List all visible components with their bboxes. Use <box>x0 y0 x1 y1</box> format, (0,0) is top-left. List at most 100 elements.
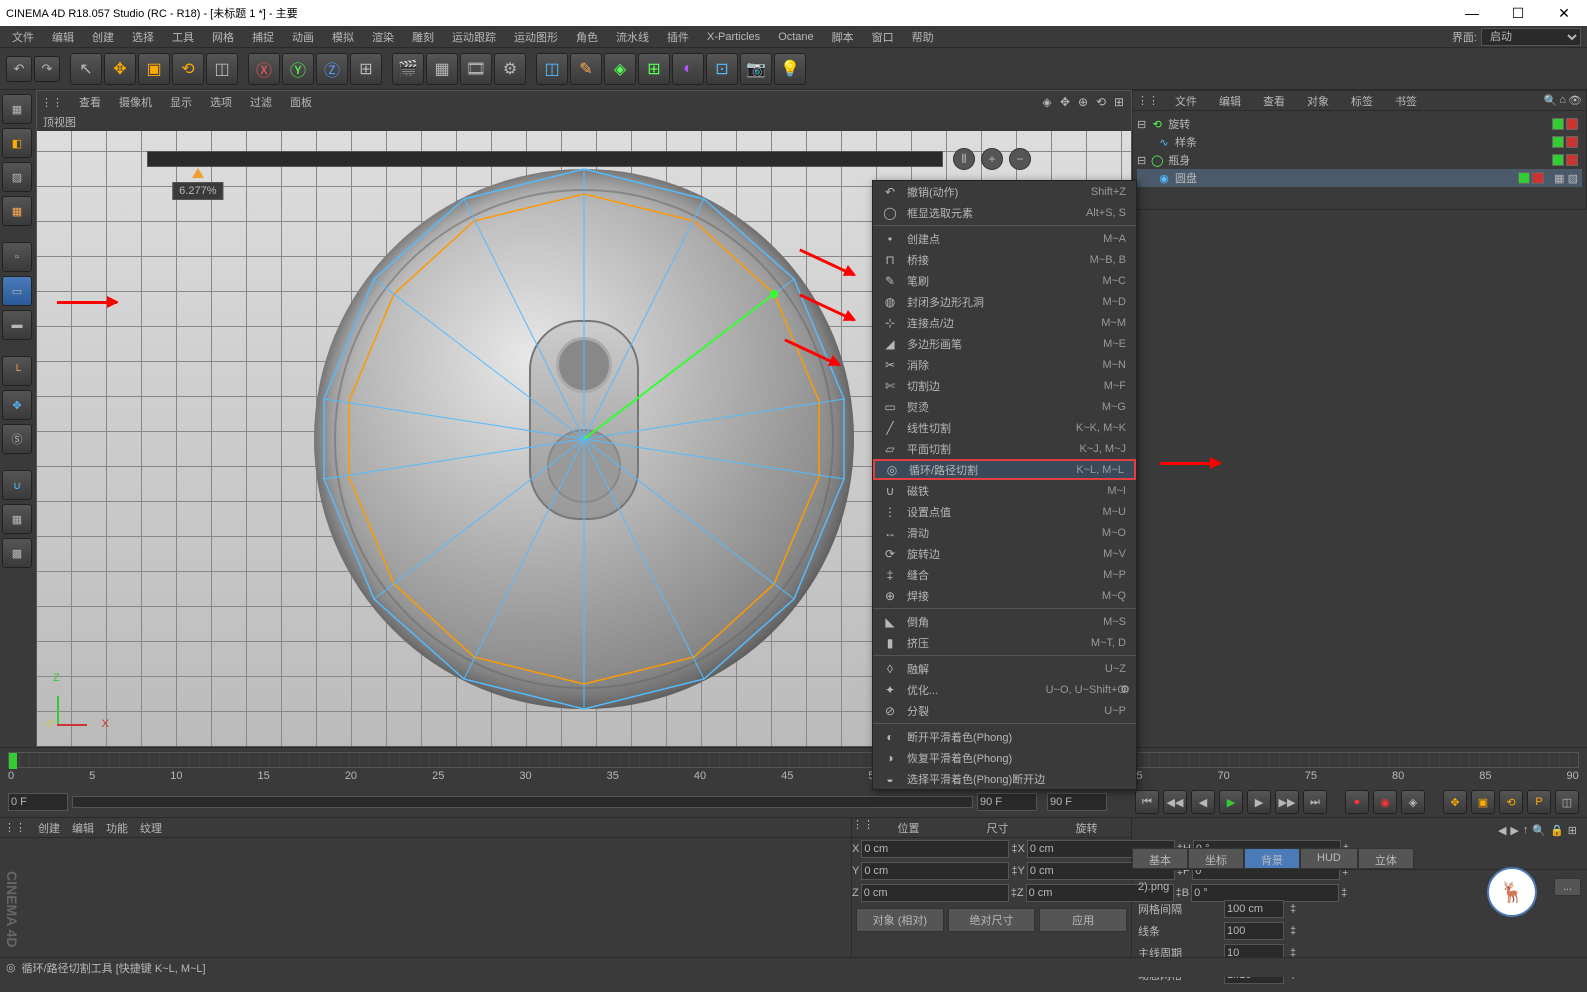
ctx-焊接[interactable]: ⊕焊接M~Q <box>873 585 1136 606</box>
goto-start[interactable]: ⏮ <box>1135 790 1159 814</box>
om-view[interactable]: 查看 <box>1257 92 1291 110</box>
attr-input[interactable] <box>1224 922 1284 940</box>
close-button[interactable]: ✕ <box>1541 0 1587 26</box>
keyframe-sel[interactable]: ◈ <box>1401 790 1425 814</box>
autokey[interactable]: ◉ <box>1373 790 1397 814</box>
tree-row-lathe[interactable]: ⊟⟲旋转 <box>1137 115 1582 133</box>
frame-cur[interactable] <box>1047 793 1107 811</box>
spline-primitive[interactable]: ✎ <box>570 53 602 85</box>
ctx-选择平滑着色(Phong)断开边[interactable]: ◒选择平滑着色(Phong)断开边 <box>873 768 1136 789</box>
vp-view[interactable]: 查看 <box>71 92 109 112</box>
ctx-挤压[interactable]: ▮挤压M~T, D <box>873 632 1136 653</box>
attr-back-icon[interactable]: ◀ <box>1498 824 1506 837</box>
home-icon[interactable]: ⌂ <box>1559 94 1566 107</box>
attr-tab-坐标[interactable]: 坐标 <box>1188 848 1244 869</box>
ctx-连接点/边[interactable]: ⊹连接点/边M~M <box>873 312 1136 333</box>
render-view[interactable]: 🎬 <box>392 53 424 85</box>
next-frame[interactable]: ▶ <box>1247 790 1271 814</box>
goto-end[interactable]: ⏭ <box>1303 790 1327 814</box>
cube-primitive[interactable]: ◫ <box>536 53 568 85</box>
vp-filter[interactable]: 过滤 <box>242 92 280 112</box>
maximize-button[interactable]: ☐ <box>1495 0 1541 26</box>
tree-row-spline[interactable]: ∿样条 <box>1137 133 1582 151</box>
coord-X-pos[interactable] <box>861 840 1009 858</box>
ctx-断开平滑着色(Phong)[interactable]: ◐断开平滑着色(Phong) <box>873 726 1136 747</box>
om-file[interactable]: 文件 <box>1169 92 1203 110</box>
om-bm[interactable]: 书签 <box>1389 92 1423 110</box>
ctx-旋转边[interactable]: ⟳旋转边M~V <box>873 543 1136 564</box>
vp-max-icon[interactable]: ⊞ <box>1111 94 1127 110</box>
menu-select[interactable]: 选择 <box>124 27 162 47</box>
ctx-桥接[interactable]: ⊓桥接M~B, B <box>873 249 1136 270</box>
attr-browse[interactable]: ... <box>1554 878 1581 896</box>
menu-plugin[interactable]: 插件 <box>659 27 697 47</box>
render-settings[interactable]: ⚙ <box>494 53 526 85</box>
prev-frame[interactable]: ◀ <box>1191 790 1215 814</box>
attr-tab-HUD[interactable]: HUD <box>1300 848 1358 869</box>
ctx-线性切割[interactable]: ╱线性切割K~K, M~K <box>873 417 1136 438</box>
ctx-倒角[interactable]: ◣倒角M~S <box>873 611 1136 632</box>
timeline-ruler[interactable] <box>8 752 1579 768</box>
y-axis-lock[interactable]: Ⓨ <box>282 53 314 85</box>
object-tree[interactable]: ⊟⟲旋转 ∿样条 ⊟◯瓶身 ◉圆盘▦ ▨ <box>1133 111 1586 191</box>
move-tool[interactable]: ✥ <box>104 53 136 85</box>
vp-zoom-icon[interactable]: ⊕ <box>1075 94 1091 110</box>
attr-input[interactable] <box>1224 900 1284 918</box>
key-pos[interactable]: ✥ <box>1443 790 1467 814</box>
tweak-mode[interactable]: ✥ <box>2 390 32 420</box>
vp-options[interactable]: 选项 <box>202 92 240 112</box>
select-tool[interactable]: ↖ <box>70 53 102 85</box>
ctx-切割边[interactable]: ✄切割边M~F <box>873 375 1136 396</box>
key-param[interactable]: P <box>1527 790 1551 814</box>
polygon-mode[interactable]: ▬ <box>2 310 32 340</box>
menu-anim[interactable]: 动画 <box>284 27 322 47</box>
attr-up-icon[interactable]: ↑ <box>1523 824 1529 837</box>
timeline-marker[interactable] <box>9 753 17 769</box>
array-tool[interactable]: ⊞ <box>638 53 670 85</box>
ctx-撤销(动作)[interactable]: ↶撤销(动作)Shift+Z <box>873 181 1136 202</box>
menu-sculpt[interactable]: 雕刻 <box>404 27 442 47</box>
menu-script[interactable]: 脚本 <box>824 27 862 47</box>
eye-icon[interactable]: 👁 <box>1568 94 1582 107</box>
rotate-tool[interactable]: ⟲ <box>172 53 204 85</box>
render-pv[interactable]: 🎞 <box>460 53 492 85</box>
prev-key[interactable]: ◀◀ <box>1163 790 1187 814</box>
soft-select[interactable]: ∪ <box>2 470 32 500</box>
menu-file[interactable]: 文件 <box>4 27 42 47</box>
slider-track[interactable]: 6.277% <box>147 151 943 167</box>
vp-display[interactable]: 显示 <box>162 92 200 112</box>
make-editable[interactable]: ▦ <box>2 94 32 124</box>
tree-row-body[interactable]: ⊟◯瓶身 <box>1137 151 1582 169</box>
attr-lock-icon[interactable]: 🔒 <box>1550 824 1564 837</box>
coord-mode-btn[interactable]: 对象 (相对) <box>856 908 944 932</box>
coord-abs-btn[interactable]: 绝对尺寸 <box>948 908 1036 932</box>
attr-fwd-icon[interactable]: ▶ <box>1510 824 1518 837</box>
texture-mode[interactable]: ▨ <box>2 162 32 192</box>
menu-char[interactable]: 角色 <box>568 27 606 47</box>
menu-snap[interactable]: 捕捉 <box>244 27 282 47</box>
ctx-优化...[interactable]: ✦优化...U~O, U~Shift+O⚙ <box>873 679 1136 700</box>
menu-tools[interactable]: 工具 <box>164 27 202 47</box>
x-axis-lock[interactable]: Ⓧ <box>248 53 280 85</box>
ctx-分裂[interactable]: ⊘分裂U~P <box>873 700 1136 721</box>
ctx-熨烫[interactable]: ▭熨烫M~G <box>873 396 1136 417</box>
ctx-循环/路径切割[interactable]: ◎循环/路径切割K~L, M~L <box>873 459 1136 480</box>
environment-tool[interactable]: ⊡ <box>706 53 738 85</box>
menu-help[interactable]: 帮助 <box>904 27 942 47</box>
frame-end[interactable] <box>977 793 1037 811</box>
light-tool[interactable]: 💡 <box>774 53 806 85</box>
ctx-框显选取元素[interactable]: ◯框显选取元素Alt+S, S <box>873 202 1136 223</box>
frame-start[interactable] <box>8 793 68 811</box>
om-tags[interactable]: 标签 <box>1345 92 1379 110</box>
menu-octane[interactable]: Octane <box>770 29 821 45</box>
slider-pause-icon[interactable]: ⦀ <box>953 148 975 170</box>
search-icon[interactable]: 🔍 <box>1544 94 1558 107</box>
vp-nav-icon[interactable]: ◈ <box>1039 94 1055 110</box>
workplane-mode[interactable]: ▦ <box>2 196 32 226</box>
ctx-封闭多边形孔洞[interactable]: ◍封闭多边形孔洞M~D <box>873 291 1136 312</box>
mat-tex[interactable]: 纹理 <box>140 820 162 836</box>
render-region[interactable]: ▦ <box>426 53 458 85</box>
slider-thumb[interactable] <box>192 168 204 178</box>
attr-tab-基本[interactable]: 基本 <box>1132 848 1188 869</box>
vp-panel[interactable]: 面板 <box>282 92 320 112</box>
